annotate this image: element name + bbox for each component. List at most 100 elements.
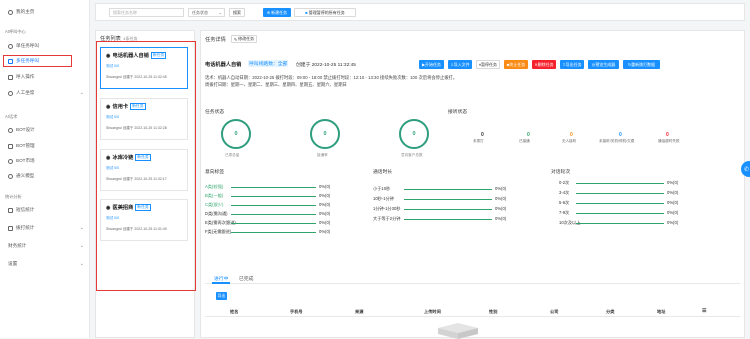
design-icon bbox=[8, 127, 13, 133]
call-icon bbox=[8, 43, 13, 49]
new-task-button[interactable]: ⊕ 新建任务 bbox=[263, 8, 291, 17]
sms-icon bbox=[8, 207, 13, 213]
search-button[interactable]: 搜索 bbox=[229, 8, 245, 17]
stat-row-value: 0%(0) bbox=[319, 211, 331, 216]
stat-row-bar bbox=[404, 199, 492, 200]
stat-row-label: 7-9次 bbox=[559, 210, 570, 215]
stop-task-button[interactable]: ■ 终止任务 bbox=[504, 60, 528, 69]
preview-button[interactable]: ◎ 预览生成器 bbox=[588, 60, 619, 69]
dial-stat-value: 0 bbox=[570, 132, 573, 138]
search-input[interactable]: 搜索任务名称 bbox=[109, 8, 184, 17]
col-company: 公司 bbox=[550, 309, 559, 314]
task-card-link[interactable]: 测试 0/0 bbox=[106, 64, 119, 69]
dial-stat-value: 0 bbox=[481, 132, 484, 138]
task-status-icon: ◉ bbox=[106, 204, 111, 211]
task-list-panel: 任务列表 4条任务 ◉ 电话机器人自销 新任务 测试 0/0 Shuangrui 创… bbox=[95, 30, 196, 338]
redial-button[interactable]: ↻ 重新拨打数据 bbox=[623, 60, 660, 69]
task-card-link[interactable]: 测试 0/0 bbox=[106, 115, 119, 120]
task-card-link[interactable]: 测试 0/0 bbox=[106, 216, 119, 221]
export-task-button[interactable]: ⇧ 导出任务 bbox=[560, 60, 584, 69]
sidebar-item-home[interactable]: 我的主页 bbox=[0, 6, 90, 18]
chevron-down-icon: ⌄ bbox=[218, 10, 222, 15]
task-card[interactable]: ◉ 医美招商 新任务 测试 0/0 Shuangrui 创建于 2022-10-25… bbox=[100, 199, 188, 241]
stat-row-label: 5-6次 bbox=[559, 200, 570, 205]
detail-header: 任务详情 bbox=[205, 37, 226, 43]
stat-row-bar bbox=[404, 209, 492, 210]
sidebar-group-bot: AI话术 bbox=[5, 114, 18, 119]
export-button[interactable]: 导出 bbox=[216, 292, 227, 300]
sidebar-item-model[interactable]: 通义模型 bbox=[0, 170, 90, 182]
stat-row-value: 0%(0) bbox=[667, 210, 679, 215]
import-file-button[interactable]: ⇩ 导入文件 bbox=[448, 60, 472, 69]
col-category: 分类 bbox=[606, 309, 615, 314]
stat-row-value: 0%(0) bbox=[319, 202, 331, 207]
sidebar-item-multi-task[interactable]: 多任务呼叫 bbox=[3, 55, 72, 67]
sidebar-item-single-task[interactable]: 单任务呼叫 bbox=[0, 40, 90, 52]
col-name: 姓名 bbox=[230, 309, 239, 314]
manage-icon: ■ bbox=[305, 10, 308, 15]
stat-row-label: B类(一般) bbox=[205, 193, 224, 198]
sidebar-item-dial-stats[interactable]: 拨打统计 ⌄ bbox=[0, 222, 90, 234]
tab-in-progress[interactable]: 进行中 bbox=[214, 275, 228, 282]
intent-section-title: 意向标签 bbox=[205, 170, 225, 175]
sidebar-item-bot-manage[interactable]: BOT管理 bbox=[0, 140, 90, 152]
stat-row-bar bbox=[231, 196, 316, 197]
col-address: 地址 bbox=[657, 309, 666, 314]
stat-row-bar bbox=[576, 183, 664, 184]
start-task-button[interactable]: ▶ 开始任务 bbox=[419, 60, 444, 69]
dial-stat-label: 已接通 bbox=[519, 139, 530, 143]
task-card-meta: Shuangrui 创建于 2022-10-25 11:32:28 bbox=[106, 126, 167, 130]
chevron-down-icon: ⌄ bbox=[79, 243, 84, 249]
stat-row-label: C类(很少) bbox=[205, 202, 224, 207]
pause-task-button[interactable]: ⏸ 暂停任务 bbox=[476, 60, 500, 69]
task-card[interactable]: ◉ 电话机器人自销 新任务 测试 0/0 Shuangrui 创建于 2022-10… bbox=[100, 47, 188, 89]
task-card-link[interactable]: 测试 0/0 bbox=[106, 166, 119, 171]
market-icon bbox=[8, 158, 13, 164]
plus-icon: ⊕ bbox=[266, 10, 271, 15]
chevron-down-icon: ⌄ bbox=[79, 90, 84, 96]
phone-icon: ✆ bbox=[743, 166, 750, 173]
duration-section-title: 通话时长 bbox=[373, 170, 393, 175]
sidebar-item-bot-market[interactable]: BOT市场 bbox=[0, 155, 90, 167]
column-settings-icon[interactable]: ☰ bbox=[702, 308, 706, 314]
status-select[interactable]: 任务状态 ⌄ bbox=[188, 8, 225, 17]
detail-info-line: 周拨打日期：星期一、星期二、星期三、星期四、星期五、星期六、星期日 bbox=[205, 82, 347, 87]
chevron-down-icon: ⌄ bbox=[79, 261, 84, 267]
stat-row-bar bbox=[576, 223, 664, 224]
sidebar-group-stats: 统计分析 bbox=[5, 194, 22, 199]
detail-created: 创建于 2022-10-25 11:32:45 bbox=[296, 63, 356, 68]
task-card-meta: Shuangrui 创建于 2022-10-25 11:32:17 bbox=[106, 177, 167, 181]
stat-row-value: 0%(0) bbox=[495, 216, 507, 221]
col-gender: 性别 bbox=[489, 309, 498, 314]
sidebar-item-inbound[interactable]: 呼入操作 bbox=[0, 71, 90, 83]
inbound-icon bbox=[8, 74, 13, 80]
sidebar-item-agent[interactable]: 人工坐席 ⌄ bbox=[0, 87, 90, 99]
edit-task-button[interactable]: ✎ 修改任务 bbox=[231, 35, 257, 43]
floating-phone-button[interactable]: ✆ bbox=[741, 161, 750, 177]
sidebar-item-settings[interactable]: 设置 ⌄ bbox=[0, 258, 90, 270]
stat-row-bar bbox=[404, 189, 492, 190]
sidebar-item-bot-design[interactable]: BOT设计 bbox=[0, 124, 90, 136]
sidebar-item-sms-stats[interactable]: 短信统计 bbox=[0, 204, 90, 216]
stat-row-bar bbox=[576, 213, 664, 214]
delete-task-button[interactable]: ✕ 删除任务 bbox=[532, 60, 556, 69]
task-status-icon: ◉ bbox=[106, 103, 111, 110]
main: 搜索任务名称 任务状态 ⌄ 搜索 ⊕ 新建任务 ■ 管理暂停的所有任务 任务列表 4… bbox=[90, 0, 750, 339]
stat-row-value: 0%(0) bbox=[319, 229, 331, 234]
task-card[interactable]: ◉ 信用卡 新任务 测试 0/0 Shuangrui 创建于 2022-10-25 … bbox=[100, 98, 188, 140]
task-card[interactable]: ◉ 冰库冷链 新任务 测试 0/0 Shuangrui 创建于 2022-10-25… bbox=[100, 149, 188, 191]
chevron-down-icon: ⌄ bbox=[79, 225, 84, 231]
rounds-section-title: 对话轮次 bbox=[551, 170, 571, 175]
sidebar-group-ai: AI呼叫中心 bbox=[5, 29, 26, 34]
stat-row-value: 0%(0) bbox=[667, 200, 679, 205]
model-icon bbox=[8, 173, 13, 179]
dial-stat-value: 0 bbox=[619, 132, 622, 138]
task-card-meta: Shuangrui 创建于 2022-10-25 11:32:45 bbox=[106, 75, 167, 79]
stat-circle-label: 已拨总量 bbox=[225, 153, 240, 157]
sidebar-item-finance[interactable]: 财务统计 ⌄ bbox=[0, 240, 90, 252]
manage-paused-button[interactable]: ■ 管理暂停的所有任务 bbox=[294, 8, 356, 17]
stat-row-value: 0%(0) bbox=[495, 186, 507, 191]
stat-row-value: 0%(0) bbox=[495, 196, 507, 201]
tab-completed[interactable]: 已完成 bbox=[239, 275, 253, 282]
stat-row-label: 大于等于2分钟 bbox=[373, 216, 401, 221]
